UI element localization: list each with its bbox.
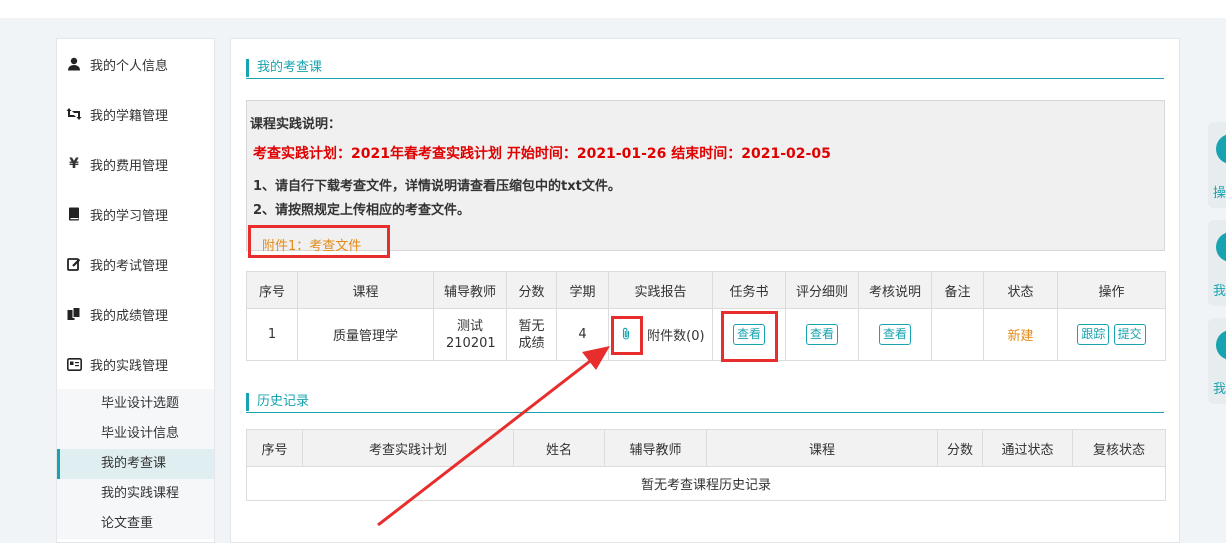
right-widget-operate[interactable]: 操 bbox=[1208, 122, 1226, 208]
right-widget-my-2[interactable]: 我 bbox=[1208, 318, 1226, 404]
circle-icon bbox=[1216, 134, 1226, 164]
circle-icon bbox=[1216, 232, 1226, 262]
right-widget-label: 操 bbox=[1213, 186, 1226, 201]
right-widget-label: 我 bbox=[1213, 382, 1226, 397]
annotation-arrow bbox=[377, 346, 610, 527]
right-widget-my-1[interactable]: 我 bbox=[1208, 220, 1226, 306]
circle-icon bbox=[1216, 330, 1226, 360]
right-widget-label: 我 bbox=[1213, 284, 1226, 299]
